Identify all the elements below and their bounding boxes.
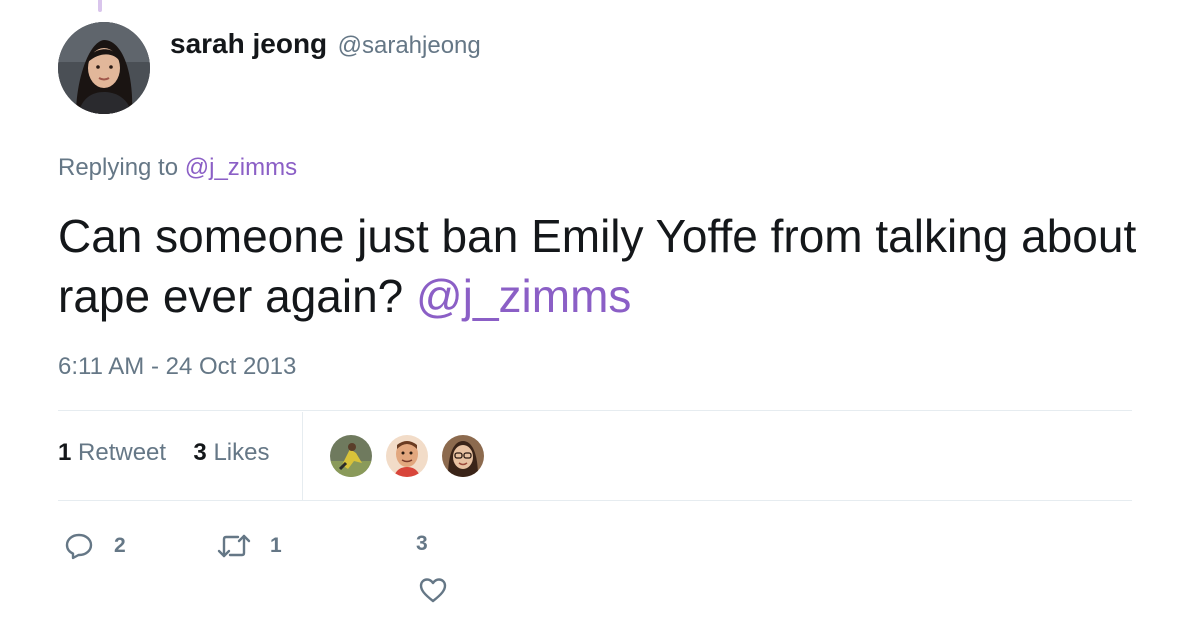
like-count: 3 [416,532,428,555]
stat-separator [302,412,303,500]
retweet-stat-count: 1 [58,439,72,466]
user-handle[interactable]: @sarahjeong [338,32,481,59]
reply-icon [64,532,94,560]
reply-count: 2 [114,534,126,557]
divider-bottom [58,500,1132,501]
tweet-header: sarah jeong @sarahjeong [170,28,481,60]
replying-to-mention[interactable]: @j_zimms [185,154,297,181]
likes-stat-count: 3 [193,439,207,466]
tweet-text: Can someone just ban Emily Yoffe from ta… [58,206,1138,326]
liker-avatar-1-image [330,435,372,477]
like-count-wrap[interactable]: 3 [416,532,428,556]
reply-button[interactable]: 2 [64,532,126,560]
like-button[interactable] [418,576,448,604]
likes-stat[interactable]: 3 Likes [193,439,269,466]
avatar[interactable] [58,22,150,114]
liker-avatar-3-image [442,435,484,477]
likes-stat-label: Likes [213,439,270,466]
retweet-stat-label: Retweet [78,439,167,466]
stat-counts: 1 Retweet 3 Likes [58,439,269,467]
retweet-stat[interactable]: 1 Retweet [58,439,166,466]
engagement-stats: 1 Retweet 3 Likes [58,412,1132,500]
tweet-mention[interactable]: @j_zimms [416,270,631,322]
heart-icon [418,576,448,604]
thread-connector-line [98,0,102,12]
avatar-image [58,22,150,114]
liker-avatar-3[interactable] [440,433,486,479]
retweet-icon [216,532,252,560]
display-name[interactable]: sarah jeong [170,28,327,59]
tweet-timestamp[interactable]: 6:11 AM - 24 Oct 2013 [58,353,296,381]
liker-avatar-2[interactable] [384,433,430,479]
retweet-count: 1 [270,534,282,557]
liker-avatars [328,433,496,479]
replying-to-label: Replying to [58,154,179,181]
liker-avatar-1[interactable] [328,433,374,479]
divider-top [58,410,1132,411]
liker-avatar-2-image [386,435,428,477]
action-bar: 2 1 3 [0,520,1200,620]
replying-to-line: Replying to @j_zimms [58,154,297,182]
retweet-button[interactable]: 1 [216,532,282,560]
